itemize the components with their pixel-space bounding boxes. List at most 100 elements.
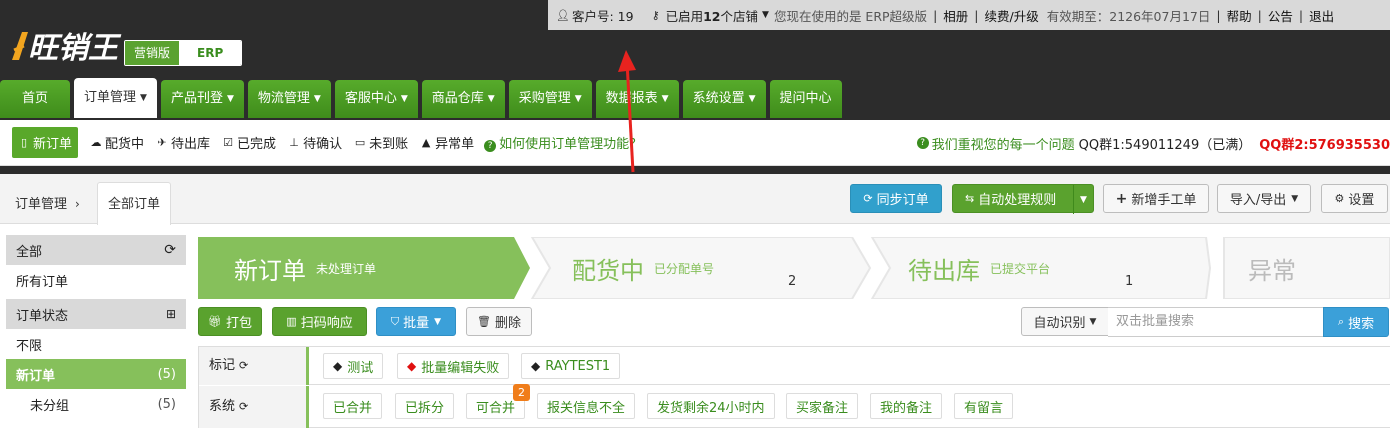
sys-chip-buyer-note[interactable]: 买家备注 bbox=[786, 393, 859, 419]
edition-erp[interactable]: ERP bbox=[179, 41, 242, 65]
caret-down-icon: ▼ bbox=[487, 94, 495, 104]
stage-count-new[interactable]: 5 bbox=[454, 250, 462, 312]
breadcrumb-parent[interactable]: 订单管理 › bbox=[15, 193, 80, 212]
batch-button[interactable]: ⛉ 批量 ▼ bbox=[376, 307, 456, 336]
sys-chip-split[interactable]: 已拆分 bbox=[395, 393, 455, 419]
edition-marketing[interactable]: 营销版 bbox=[125, 41, 180, 65]
notice-link[interactable]: 公告 bbox=[1268, 6, 1293, 25]
sys-chip-my-note[interactable]: 我的备注 bbox=[870, 393, 943, 419]
stage-pending-shipment[interactable]: 待出库 已提交平台 bbox=[908, 237, 1050, 299]
sidebar-item-unlimited[interactable]: 不限 bbox=[6, 329, 186, 359]
barcode-icon: ▥ bbox=[286, 315, 297, 328]
subnav-completed[interactable]: ☑ 已完成 bbox=[222, 133, 276, 152]
stage-title: 新订单 bbox=[234, 256, 306, 285]
refresh-icon[interactable]: ⟳ bbox=[239, 400, 248, 413]
settings-button[interactable]: ⚙ 设置 bbox=[1321, 184, 1388, 213]
sys-chip-merged[interactable]: 已合并 bbox=[323, 393, 383, 419]
sys-chip-mergeable[interactable]: 可合并 2 bbox=[466, 384, 531, 419]
stage-exceptions[interactable]: 异常 bbox=[1248, 237, 1296, 299]
add-manual-order-button[interactable]: + 新增手工单 bbox=[1103, 184, 1209, 213]
nav-label: 采购管理 bbox=[518, 91, 571, 106]
tag-chip-test[interactable]: ◆ 测试 bbox=[323, 353, 384, 379]
stores-info[interactable]: 已启用12个店铺 bbox=[666, 6, 758, 25]
count-badge: 2 bbox=[513, 384, 531, 401]
sidebar-group-status[interactable]: 订单状态 ⊞ bbox=[6, 299, 186, 329]
import-export-button[interactable]: 导入/导出 ▼ bbox=[1217, 184, 1311, 213]
sys-chip-customs-incomplete[interactable]: 报关信息不全 bbox=[537, 393, 636, 419]
subnav-label: 未到账 bbox=[369, 137, 409, 152]
delete-button[interactable]: 🗑︎ 删除 bbox=[466, 307, 532, 336]
scan-response-button[interactable]: ▥ 扫码响应 bbox=[272, 307, 367, 336]
chevron-down-icon[interactable]: ▼ bbox=[762, 10, 769, 20]
subnav-unpaid[interactable]: ▭ 未到账 bbox=[354, 133, 408, 152]
sys-chip-ship-24h[interactable]: 发货剩余24小时内 bbox=[647, 393, 775, 419]
edition-switch[interactable]: 营销版 ERP bbox=[124, 40, 243, 66]
caret-down-icon[interactable]: ▼ bbox=[1073, 185, 1093, 214]
logout-link[interactable]: 退出 bbox=[1309, 6, 1334, 25]
nav-tab-orders[interactable]: 订单管理 ▼ bbox=[74, 78, 157, 118]
sidebar-group-all[interactable]: 全部 ⟳ bbox=[6, 235, 186, 265]
subnav-new-orders[interactable]: ▯ 新订单 bbox=[12, 127, 79, 158]
batch-search-input[interactable]: 双击批量搜索 bbox=[1108, 307, 1324, 337]
refresh-icon[interactable]: ⟳ bbox=[164, 242, 176, 258]
stage-allocating[interactable]: 配货中 已分配单号 bbox=[572, 237, 714, 299]
album-link[interactable]: 相册 bbox=[943, 6, 968, 25]
breadcrumb-parent-label: 订单管理 bbox=[15, 197, 68, 212]
subnav-pending-shipment[interactable]: ✈ 待出库 bbox=[156, 133, 210, 152]
tag-icon: ◆ bbox=[531, 359, 541, 373]
sidebar-item-new-orders[interactable]: 新订单 (5) bbox=[6, 359, 186, 389]
main-nav: 首页 订单管理 ▼ 产品刊登 ▼ 物流管理 ▼ 客服中心 ▼ 商品仓库 ▼ 采购管理 ▼ 数… bbox=[0, 78, 846, 118]
nav-tab-home[interactable]: 首页 bbox=[0, 80, 71, 118]
tag-chip-raytest1[interactable]: ◆ RAYTEST1 bbox=[521, 353, 621, 379]
divider: | bbox=[933, 7, 938, 23]
tag-chip-batch-edit-failed[interactable]: ◆ 批量编辑失败 bbox=[397, 353, 510, 379]
nav-tab-reports[interactable]: 数据报表 ▼ bbox=[595, 80, 679, 118]
subnav-exceptions[interactable]: ▲ 异常单 bbox=[420, 133, 474, 152]
stage-new-orders[interactable]: 新订单 未处理订单 bbox=[234, 237, 376, 299]
divider: | bbox=[1216, 7, 1221, 23]
renew-link[interactable]: 续费/升级 bbox=[985, 6, 1039, 25]
tab-all-orders[interactable]: 全部订单 bbox=[97, 182, 171, 225]
brand-logo[interactable]: 旺销王 bbox=[8, 22, 126, 68]
qq-support-info: ? 我们重视您的每一个问题 QQ群1:549011249（已满） QQ群2:57… bbox=[916, 120, 1390, 166]
button-label: 同步订单 bbox=[876, 193, 929, 208]
subnav-pending-confirm[interactable]: ⊥ 待确认 bbox=[288, 133, 342, 152]
nav-tab-warehouse[interactable]: 商品仓库 ▼ bbox=[421, 80, 505, 118]
document-icon: ▯ bbox=[20, 136, 28, 149]
auto-detect-dropdown[interactable]: 自动识别 ▼ bbox=[1021, 307, 1109, 336]
cloud-upload-icon: ☁ bbox=[90, 136, 102, 149]
sidebar-item-all-orders[interactable]: 所有订单 bbox=[6, 265, 186, 295]
nav-tab-service[interactable]: 客服中心 ▼ bbox=[334, 80, 418, 118]
subnav-label: 配货中 bbox=[105, 137, 145, 152]
stores-prefix: 已启用 bbox=[665, 8, 704, 24]
caret-down-icon: ▼ bbox=[313, 94, 321, 104]
order-status-funnel: 新订单 未处理订单 5 配货中 已分配单号 2 待出库 已提交平台 1 异常 bbox=[198, 237, 1390, 299]
sync-orders-button[interactable]: ⟳ 同步订单 bbox=[850, 184, 942, 213]
valid-label: 有效期至： bbox=[1046, 8, 1110, 24]
support-notice[interactable]: 我们重视您的每一个问题 bbox=[932, 134, 1075, 153]
nav-tab-listing[interactable]: 产品刊登 ▼ bbox=[160, 80, 244, 118]
nav-tab-questions[interactable]: 提问中心 bbox=[769, 80, 842, 118]
subnav-allocating[interactable]: ☁ 配货中 bbox=[90, 133, 145, 152]
qq-group-1: QQ群1:549011249（已满） bbox=[1078, 137, 1252, 153]
stage-count-allocating[interactable]: 2 bbox=[788, 250, 796, 312]
order-help-link[interactable]: ? 如何使用订单管理功能？ bbox=[484, 133, 642, 152]
sidebar-item-ungrouped[interactable]: 未分组 (5) bbox=[6, 389, 186, 419]
nav-tab-logistics[interactable]: 物流管理 ▼ bbox=[247, 80, 331, 118]
sidebar-label: 未分组 bbox=[30, 398, 70, 414]
order-subnav: ▯ 新订单 ☁ 配货中 ✈ 待出库 ☑ 已完成 ⊥ 待确认 ▭ 未到账 ▲ 异常单 ? 如何使用… bbox=[0, 120, 1390, 166]
auto-rules-button[interactable]: ⇆ 自动处理规则 ▼ bbox=[952, 184, 1094, 214]
pack-button[interactable]: 🎁︎ 打包 bbox=[198, 307, 262, 336]
caret-down-icon: ▼ bbox=[400, 94, 408, 104]
sitemap-icon[interactable]: ⊞ bbox=[166, 307, 176, 321]
nav-tab-settings[interactable]: 系统设置 ▼ bbox=[682, 80, 766, 118]
help-link[interactable]: 帮助 bbox=[1227, 6, 1252, 25]
refresh-icon[interactable]: ⟳ bbox=[239, 359, 248, 372]
nav-tab-purchase[interactable]: 采购管理 ▼ bbox=[508, 80, 592, 118]
order-sidebar: 全部 ⟳ 所有订单 订单状态 ⊞ 不限 新订单 (5) 未分组 (5) bbox=[6, 235, 186, 428]
row-label: 标记 bbox=[209, 358, 236, 373]
sys-chip-has-message[interactable]: 有留言 bbox=[954, 393, 1014, 419]
stage-count-pending[interactable]: 1 bbox=[1125, 250, 1133, 312]
search-button[interactable]: ⌕ 搜索 bbox=[1323, 307, 1389, 337]
nav-label: 提问中心 bbox=[779, 91, 832, 106]
